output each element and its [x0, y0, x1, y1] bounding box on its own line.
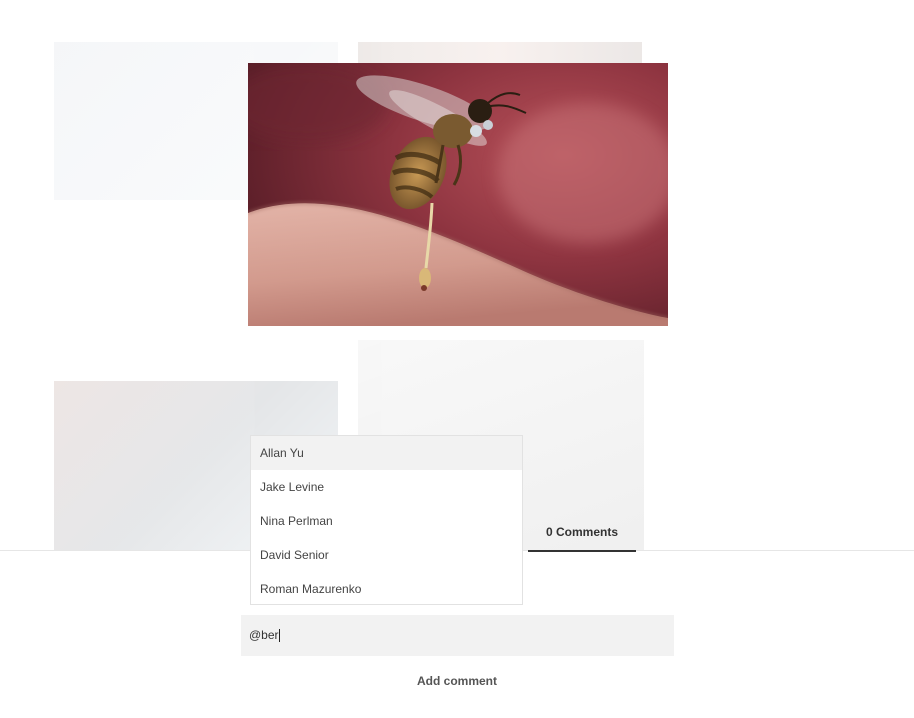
- comments-tab-label: Comments: [556, 525, 619, 539]
- mention-item[interactable]: Roman Mazurenko: [251, 572, 522, 606]
- bg-card: [358, 42, 642, 64]
- comment-count: 0: [545, 525, 556, 539]
- comment-input-value: @ber: [249, 628, 279, 642]
- text-caret: [278, 629, 280, 643]
- bee-photo-image: [248, 63, 668, 326]
- add-comment-button[interactable]: Add comment: [392, 674, 522, 692]
- mention-item[interactable]: David Senior: [251, 538, 522, 572]
- mention-suggestions: Allan Yu Jake Levine Nina Perlman David …: [250, 435, 523, 605]
- page: 0 Comments Allan Yu Jake Levine Nina Per…: [0, 0, 914, 718]
- mention-item[interactable]: Jake Levine: [251, 470, 522, 504]
- comment-input[interactable]: @ber: [241, 615, 674, 656]
- mention-item[interactable]: Allan Yu: [251, 436, 522, 470]
- mention-item[interactable]: Nina Perlman: [251, 504, 522, 538]
- tab-comments[interactable]: 0 Comments: [528, 518, 636, 552]
- lightbox-photo: [248, 63, 668, 326]
